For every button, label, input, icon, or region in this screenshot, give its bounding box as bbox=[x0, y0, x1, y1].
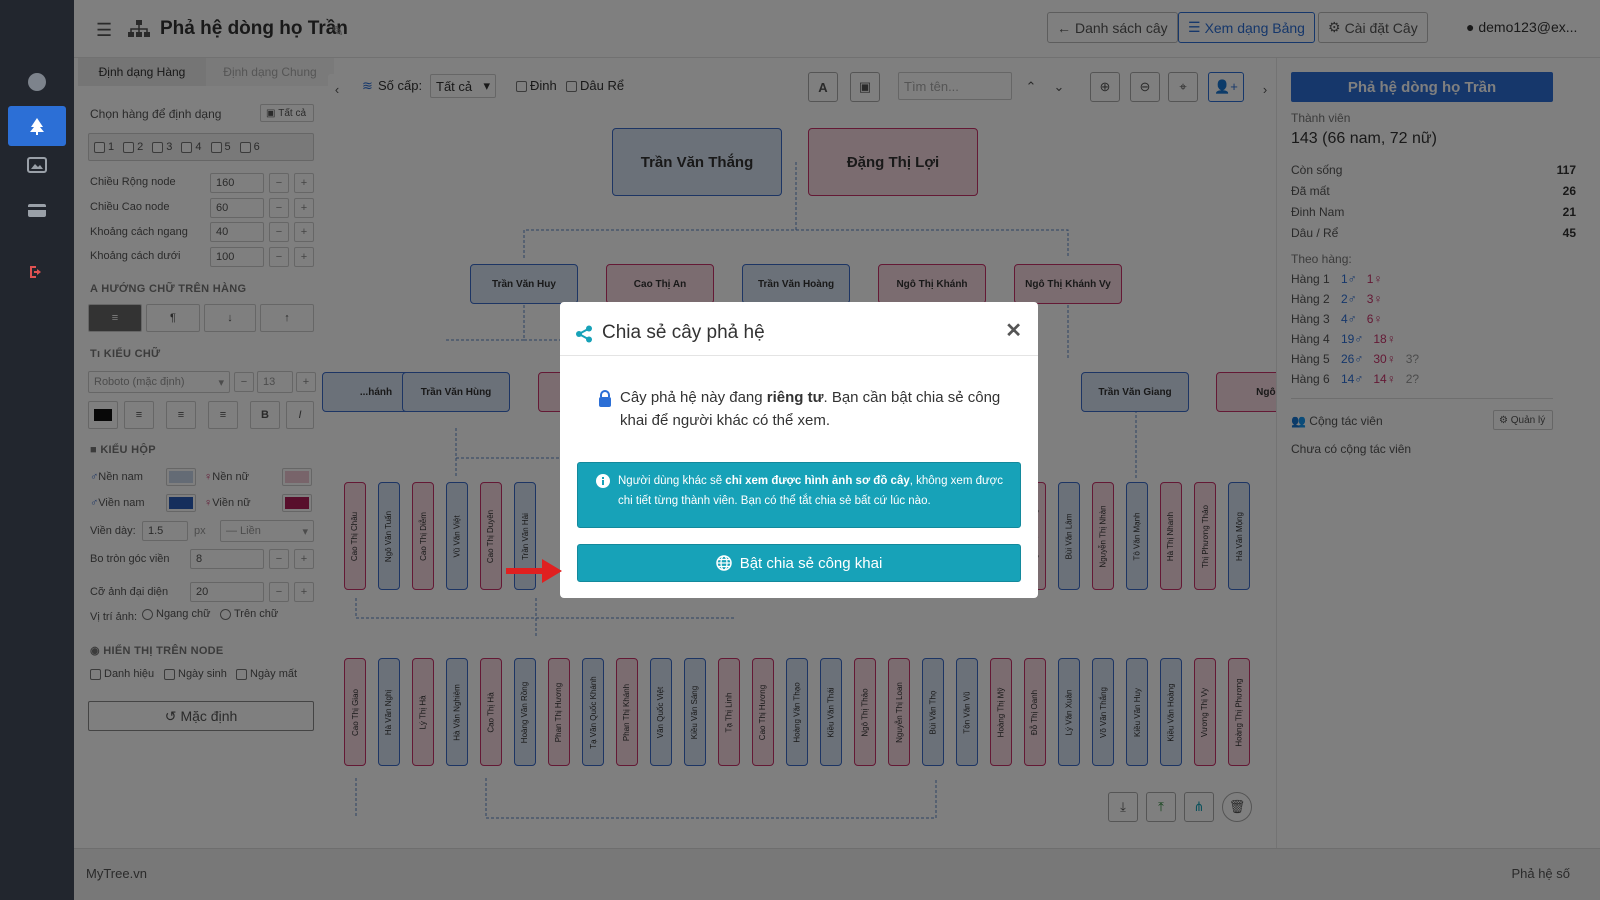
privacy-message: Cây phả hệ này đang riêng tư. Bạn cần bậ… bbox=[620, 389, 1001, 429]
close-icon[interactable]: ✕ bbox=[1005, 318, 1022, 343]
sidebar-billing[interactable] bbox=[8, 190, 66, 230]
info-icon bbox=[596, 474, 610, 488]
tree-icon bbox=[30, 118, 44, 135]
modal-header: Chia sẻ cây phả hệ ✕ bbox=[560, 302, 1038, 356]
card-icon bbox=[28, 203, 46, 217]
info-alert: Người dùng khác sẽ chỉ xem được hình ảnh… bbox=[577, 462, 1021, 528]
globe-icon bbox=[715, 555, 732, 571]
sidebar-images[interactable] bbox=[8, 145, 66, 185]
lock-icon bbox=[599, 390, 611, 407]
sidebar-profile[interactable] bbox=[8, 62, 66, 102]
sidebar-logout[interactable] bbox=[8, 252, 66, 292]
images-icon bbox=[27, 157, 47, 173]
share-icon bbox=[576, 325, 592, 343]
app-root: ☰ Phả hệ dòng họ Trần ✎ ←Danh sách cây ☰… bbox=[0, 0, 1600, 900]
red-arrow-icon bbox=[506, 559, 562, 583]
circle-icon bbox=[28, 73, 46, 91]
logout-icon bbox=[30, 266, 41, 278]
enable-public-share-button[interactable]: Bật chia sẻ công khai bbox=[577, 544, 1021, 582]
sidebar bbox=[0, 0, 74, 900]
share-modal: Chia sẻ cây phả hệ ✕ Cây phả hệ này đang… bbox=[560, 302, 1038, 598]
sidebar-trees[interactable] bbox=[8, 106, 66, 146]
modal-title: Chia sẻ cây phả hệ bbox=[602, 322, 765, 343]
enable-public-share-label: Bật chia sẻ công khai bbox=[739, 554, 883, 572]
